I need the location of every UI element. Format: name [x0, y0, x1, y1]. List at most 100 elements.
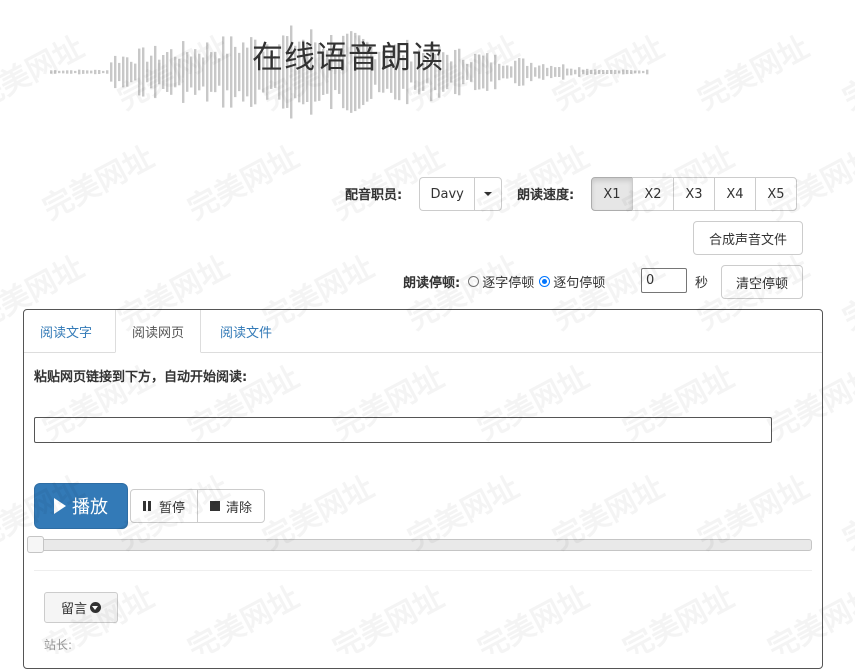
wave-bar — [446, 54, 449, 90]
voice-value[interactable]: Davy — [419, 177, 475, 211]
wave-bar — [98, 70, 101, 74]
wave-bar — [506, 65, 509, 79]
wave-bar — [630, 70, 633, 74]
wave-bar — [222, 36, 225, 108]
play-button[interactable]: 播放 — [34, 483, 128, 529]
wave-bar — [634, 70, 637, 74]
per-sentence-pause-label: 逐句停顿 — [553, 276, 606, 291]
speed-x4-button[interactable]: X4 — [714, 177, 756, 211]
wave-bar — [50, 70, 53, 74]
wave-bar — [530, 62, 533, 82]
speed-x1-button[interactable]: X1 — [591, 177, 633, 211]
wave-bar — [162, 54, 165, 90]
play-label: 播放 — [72, 497, 108, 518]
speed-button-group: X1 X2 X3 X4 X5 — [591, 177, 797, 211]
wave-bar — [638, 70, 641, 74]
tab-read-webpage[interactable]: 阅读网页 — [115, 310, 202, 353]
clear-pause-button[interactable]: 清空停顿 — [721, 265, 803, 299]
wave-bar — [214, 51, 217, 93]
watermark-text: 完美网址 — [37, 140, 159, 227]
wave-bar — [206, 42, 209, 102]
wave-bar — [246, 47, 249, 97]
pause-icon — [143, 501, 153, 511]
site-owner-label: 站长: — [44, 638, 73, 652]
caret-down-icon — [484, 192, 493, 196]
wave-bar — [538, 65, 541, 79]
wave-bar — [202, 57, 205, 87]
wave-bar — [218, 58, 221, 86]
play-icon — [54, 498, 66, 514]
wave-bar — [618, 70, 621, 74]
wave-bar — [74, 70, 77, 74]
wave-bar — [70, 70, 73, 74]
webpage-instruction: 粘贴网页链接到下方，自动开始阅读: — [34, 370, 248, 385]
speed-x2-button[interactable]: X2 — [632, 177, 674, 211]
wave-bar — [490, 62, 493, 82]
wave-bar — [546, 67, 549, 77]
stop-icon — [210, 501, 221, 511]
tab-read-file[interactable]: 阅读文件 — [204, 310, 288, 352]
reader-panel: 阅读文字 阅读网页 阅读文件 粘贴网页链接到下方，自动开始阅读: 播放 暂停 清… — [23, 309, 823, 669]
wave-bar — [450, 61, 453, 83]
pause-label: 朗读停顿: — [403, 276, 461, 291]
wave-bar — [570, 68, 573, 76]
wave-bar — [562, 64, 565, 80]
wave-bar — [130, 61, 133, 83]
wave-bar — [122, 56, 125, 88]
tab-read-text[interactable]: 阅读文字 — [24, 310, 108, 352]
voice-dropdown-toggle[interactable] — [474, 177, 502, 211]
wave-bar — [82, 70, 85, 74]
message-button[interactable]: 留言 — [44, 592, 118, 623]
webpage-url-input[interactable] — [34, 417, 772, 443]
pause-seconds-input[interactable] — [641, 268, 687, 293]
wave-bar — [478, 54, 481, 90]
playback-progress-slider[interactable] — [27, 536, 812, 553]
wave-bar — [494, 54, 497, 90]
per-sentence-pause-radio[interactable] — [539, 276, 551, 287]
wave-bar — [518, 58, 521, 86]
wave-bar — [594, 69, 597, 75]
wave-bar — [166, 52, 169, 92]
wave-bar — [498, 63, 501, 81]
wave-bar — [154, 45, 157, 99]
speed-x5-button[interactable]: X5 — [755, 177, 797, 211]
wave-bar — [466, 64, 469, 80]
speed-x3-button[interactable]: X3 — [673, 177, 715, 211]
wave-bar — [606, 70, 609, 74]
wave-bar — [234, 46, 237, 98]
wave-bar — [522, 58, 525, 86]
wave-bar — [150, 55, 153, 89]
wave-bar — [210, 52, 213, 92]
tab-bar: 阅读文字 阅读网页 阅读文件 — [24, 310, 822, 353]
clear-button[interactable]: 清除 — [197, 489, 266, 523]
pause-button[interactable]: 暂停 — [130, 489, 199, 523]
wave-bar — [462, 59, 465, 85]
synthesize-audio-button[interactable]: 合成声音文件 — [693, 221, 803, 255]
per-char-pause-radio[interactable] — [468, 276, 480, 287]
watermark-text: 完美网址 — [837, 250, 855, 337]
wave-bar — [474, 53, 477, 91]
wave-bar — [238, 52, 241, 92]
clear-button-label: 清除 — [226, 500, 253, 516]
wave-bar — [514, 60, 517, 84]
wave-bar — [114, 55, 117, 89]
wave-bar — [138, 48, 141, 96]
wave-bar — [158, 59, 161, 85]
wave-bar — [558, 67, 561, 77]
wave-bar — [482, 55, 485, 89]
wave-bar — [534, 67, 537, 77]
wave-bar — [642, 70, 645, 74]
wave-bar — [66, 70, 69, 74]
message-button-label: 留言 — [60, 602, 87, 617]
wave-bar — [78, 69, 81, 75]
wave-bar — [582, 69, 585, 75]
wave-bar — [626, 69, 629, 75]
wave-bar — [194, 49, 197, 95]
wave-bar — [566, 68, 569, 76]
voice-select[interactable]: Davy — [419, 177, 502, 211]
wave-bar — [186, 52, 189, 92]
progress-slider-handle[interactable] — [27, 536, 44, 553]
wave-bar — [526, 65, 529, 79]
wave-bar — [62, 70, 65, 74]
wave-bar — [574, 69, 577, 75]
